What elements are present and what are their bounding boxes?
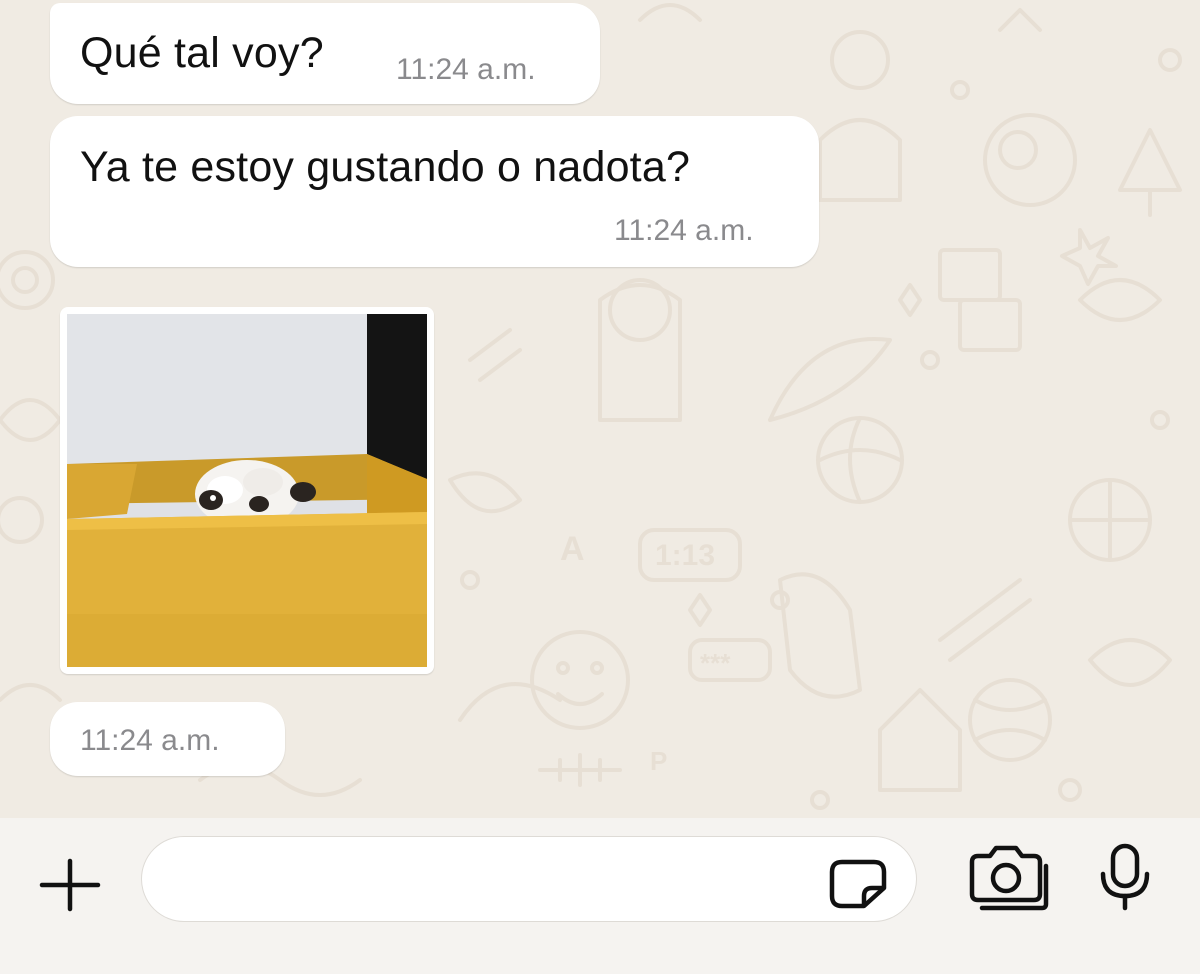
microphone-icon[interactable] [1097,842,1153,912]
message-input-box[interactable] [141,836,917,922]
message-bubble[interactable]: 11:24 a.m. [50,702,285,776]
message-text: Ya te estoy gustando o nadota? [80,143,691,191]
sticker-icon[interactable] [828,858,888,910]
message-bubble[interactable]: Ya te estoy gustando o nadota? 11:24 a.m… [50,116,819,267]
message-timestamp: 11:24 a.m. [80,724,220,757]
message-input[interactable] [172,857,816,903]
doodle-parking-glyph: P [650,746,667,776]
message-bubble[interactable]: Qué tal voy? 11:24 a.m. [50,3,600,104]
plus-icon[interactable] [36,857,104,913]
camera-icon[interactable] [966,842,1052,912]
message-timestamp: 11:24 a.m. [396,53,536,86]
image-message-photo[interactable] [67,314,427,667]
message-text: Qué tal voy? [80,29,324,77]
message-timestamp: 11:24 a.m. [614,214,754,247]
image-message[interactable] [60,307,434,674]
doodle-letter-glyph: A [560,530,585,568]
doodle-clock-text: 1:13 [655,539,715,572]
doodle-password-text: *** [700,648,731,678]
